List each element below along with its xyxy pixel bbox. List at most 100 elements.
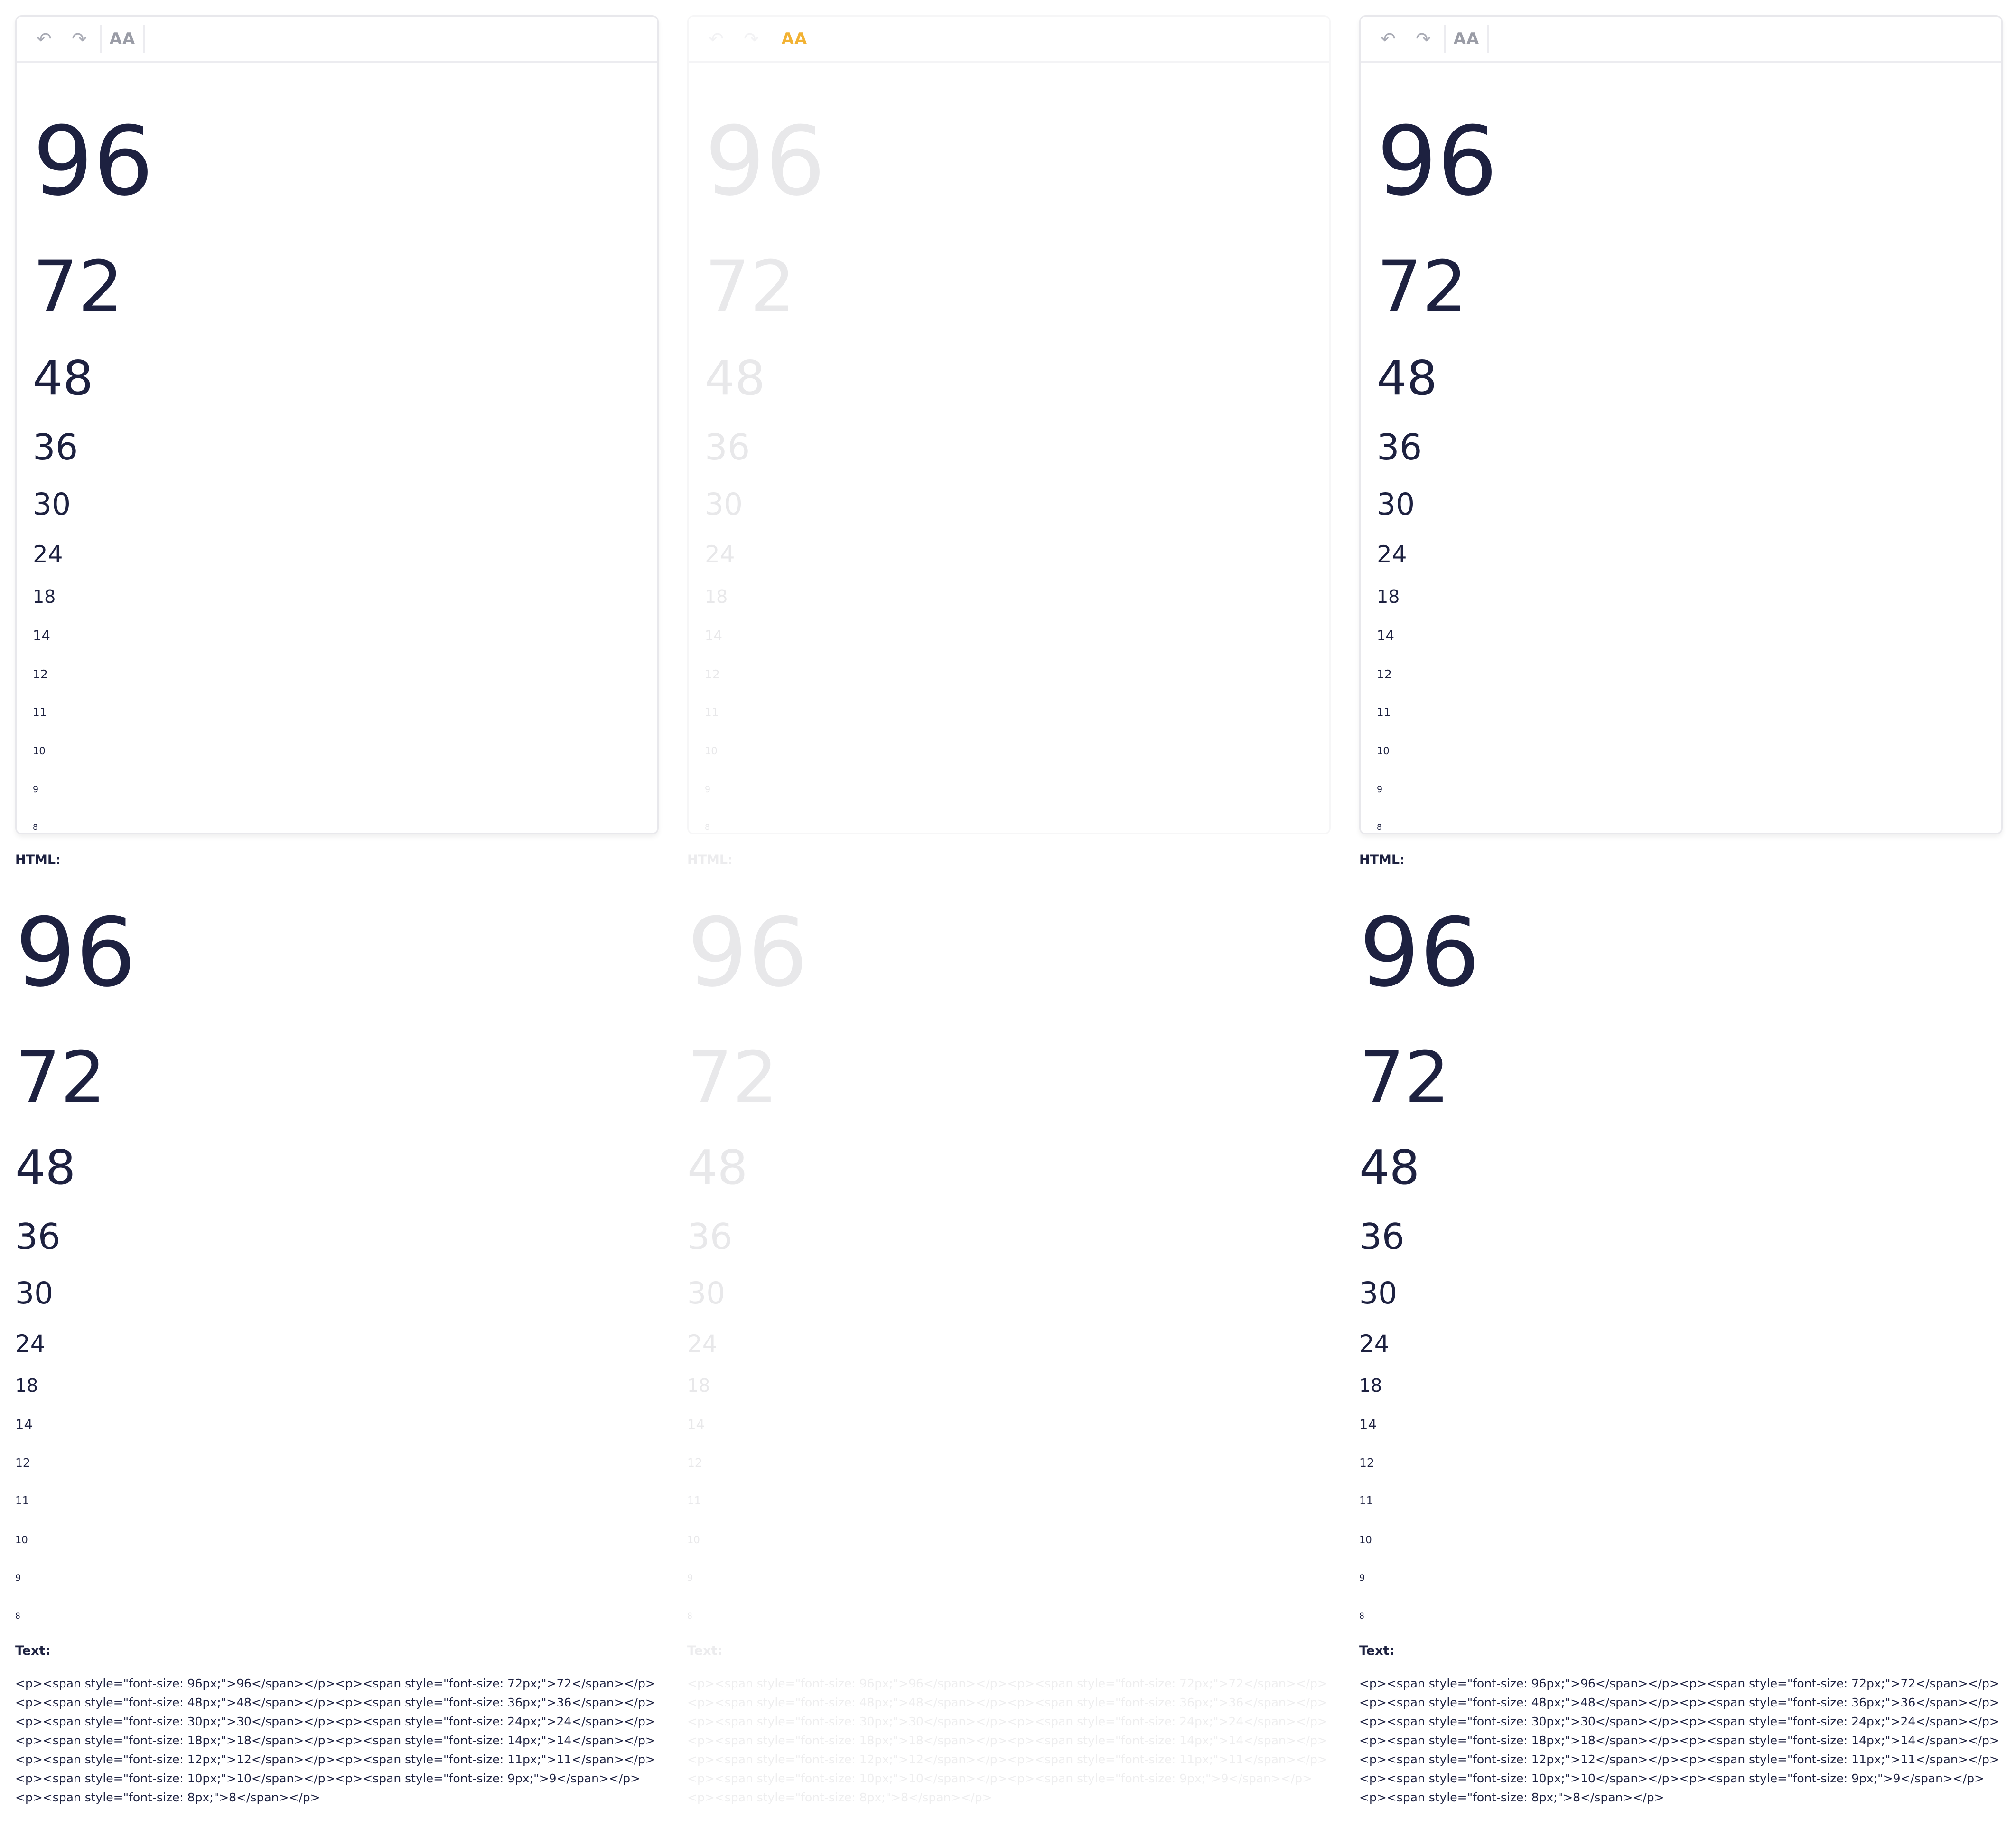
- editor-line-9: 9: [1377, 784, 1383, 795]
- html-line-48: 48: [687, 1140, 748, 1195]
- html-line-30: 30: [15, 1276, 54, 1311]
- html-line-72: 72: [15, 1037, 106, 1119]
- html-line-36: 36: [1359, 1216, 1405, 1257]
- html-line-30: 30: [687, 1276, 726, 1311]
- editor-line-9: 9: [33, 784, 39, 795]
- text-output: <p><span style="font-size: 96px;">96</sp…: [687, 1677, 1327, 1804]
- html-line-14: 14: [15, 1416, 33, 1433]
- html-line-14: 14: [687, 1416, 705, 1433]
- undo-icon[interactable]: ↶: [30, 25, 58, 53]
- rich-text-editor[interactable]: ↶ ↷ AA 96 72 48 36 30 24 18 14 12 11 10 …: [15, 15, 659, 834]
- editor-line-72: 72: [1377, 246, 1467, 328]
- rich-text-editor[interactable]: ↶ ↷ AA 96 72 48 36 30 24 18 14 12 11 10 …: [1359, 15, 2003, 834]
- editor-line-30: 30: [705, 487, 743, 522]
- text-output: <p><span style="font-size: 96px;">96</sp…: [1359, 1677, 1999, 1804]
- html-label: HTML:: [1359, 853, 1405, 867]
- editor-line-36: 36: [705, 426, 750, 468]
- html-label: HTML:: [15, 853, 61, 867]
- editor-line-10: 10: [33, 745, 46, 757]
- editor-line-10: 10: [1377, 745, 1390, 757]
- editor-line-72: 72: [705, 246, 795, 328]
- toolbar-divider: [772, 25, 774, 53]
- html-line-9: 9: [15, 1573, 21, 1583]
- redo-icon[interactable]: ↷: [65, 25, 93, 53]
- toolbar-divider: [1487, 25, 1489, 53]
- html-line-36: 36: [687, 1216, 733, 1257]
- editor-toolbar: ↶ ↷ AA: [17, 17, 657, 63]
- html-line-18: 18: [15, 1375, 38, 1396]
- editor-line-12: 12: [33, 667, 48, 681]
- toolbar-divider: [100, 25, 102, 53]
- editor-line-24: 24: [1377, 541, 1407, 568]
- html-line-9: 9: [1359, 1573, 1365, 1583]
- editor-line-14: 14: [1377, 628, 1394, 644]
- html-line-10: 10: [1359, 1534, 1372, 1546]
- html-line-24: 24: [1359, 1330, 1390, 1358]
- editor-line-11: 11: [33, 706, 47, 719]
- editor-panel-1: ↶ ↷ AA 96 72 48 36 30 24 18 14 12 11 10 …: [15, 0, 659, 1837]
- html-line-11: 11: [687, 1495, 701, 1507]
- undo-icon[interactable]: ↶: [702, 25, 730, 53]
- editor-line-8: 8: [705, 823, 710, 832]
- editor-line-14: 14: [33, 628, 50, 644]
- html-line-30: 30: [1359, 1276, 1398, 1311]
- editor-line-36: 36: [1377, 426, 1422, 468]
- redo-icon[interactable]: ↷: [1409, 25, 1437, 53]
- editor-line-9: 9: [705, 784, 711, 795]
- editor-toolbar: ↶ ↷ AA: [1361, 17, 2001, 63]
- html-line-72: 72: [1359, 1037, 1450, 1119]
- html-line-18: 18: [1359, 1375, 1382, 1396]
- html-line-24: 24: [687, 1330, 718, 1358]
- html-line-8: 8: [15, 1612, 20, 1621]
- editor-line-24: 24: [33, 541, 63, 568]
- editor-line-30: 30: [1377, 487, 1415, 522]
- rich-text-editor[interactable]: ↶ ↷ AA 96 72 48 36 30 24 18 14 12 11 10 …: [687, 15, 1331, 834]
- html-line-72: 72: [687, 1037, 778, 1119]
- editor-line-48: 48: [1377, 350, 1437, 406]
- html-line-96: 96: [687, 898, 808, 1008]
- editor-line-18: 18: [705, 586, 728, 607]
- editor-line-36: 36: [33, 426, 78, 468]
- editor-line-96: 96: [705, 106, 826, 217]
- html-line-24: 24: [15, 1330, 46, 1358]
- html-line-8: 8: [1359, 1612, 1364, 1621]
- html-line-11: 11: [1359, 1495, 1373, 1507]
- html-line-96: 96: [1359, 898, 1480, 1008]
- toolbar-divider: [143, 25, 145, 53]
- editor-panel-3: ↶ ↷ AA 96 72 48 36 30 24 18 14 12 11 10 …: [1359, 0, 2003, 1837]
- html-line-12: 12: [687, 1456, 702, 1470]
- html-line-18: 18: [687, 1375, 710, 1396]
- editor-line-24: 24: [705, 541, 735, 568]
- editor-line-18: 18: [33, 586, 56, 607]
- html-line-12: 12: [15, 1456, 30, 1470]
- redo-icon[interactable]: ↷: [737, 25, 765, 53]
- font-size-icon[interactable]: AA: [780, 25, 809, 53]
- html-line-48: 48: [1359, 1140, 1420, 1195]
- editor-line-11: 11: [705, 706, 719, 719]
- html-line-48: 48: [15, 1140, 76, 1195]
- editor-panel-2: ↶ ↷ AA 96 72 48 36 30 24 18 14 12 11 10 …: [687, 0, 1331, 1837]
- editor-line-18: 18: [1377, 586, 1400, 607]
- editor-line-12: 12: [1377, 667, 1392, 681]
- text-label: Text:: [687, 1643, 723, 1658]
- editor-line-48: 48: [705, 350, 765, 406]
- text-label: Text:: [15, 1643, 51, 1658]
- editor-line-72: 72: [33, 246, 123, 328]
- html-line-12: 12: [1359, 1456, 1374, 1470]
- html-label: HTML:: [687, 853, 733, 867]
- html-line-36: 36: [15, 1216, 61, 1257]
- font-size-icon[interactable]: AA: [1452, 25, 1481, 53]
- html-line-8: 8: [687, 1612, 692, 1621]
- undo-icon[interactable]: ↶: [1374, 25, 1402, 53]
- editor-line-30: 30: [33, 487, 71, 522]
- editor-line-96: 96: [33, 106, 154, 217]
- editor-line-12: 12: [705, 667, 720, 681]
- html-line-14: 14: [1359, 1416, 1377, 1433]
- html-line-9: 9: [687, 1573, 693, 1583]
- font-size-icon[interactable]: AA: [108, 25, 137, 53]
- html-line-10: 10: [687, 1534, 700, 1546]
- editor-line-96: 96: [1377, 106, 1498, 217]
- editor-line-11: 11: [1377, 706, 1391, 719]
- editor-line-10: 10: [705, 745, 718, 757]
- editor-toolbar: ↶ ↷ AA: [689, 17, 1329, 63]
